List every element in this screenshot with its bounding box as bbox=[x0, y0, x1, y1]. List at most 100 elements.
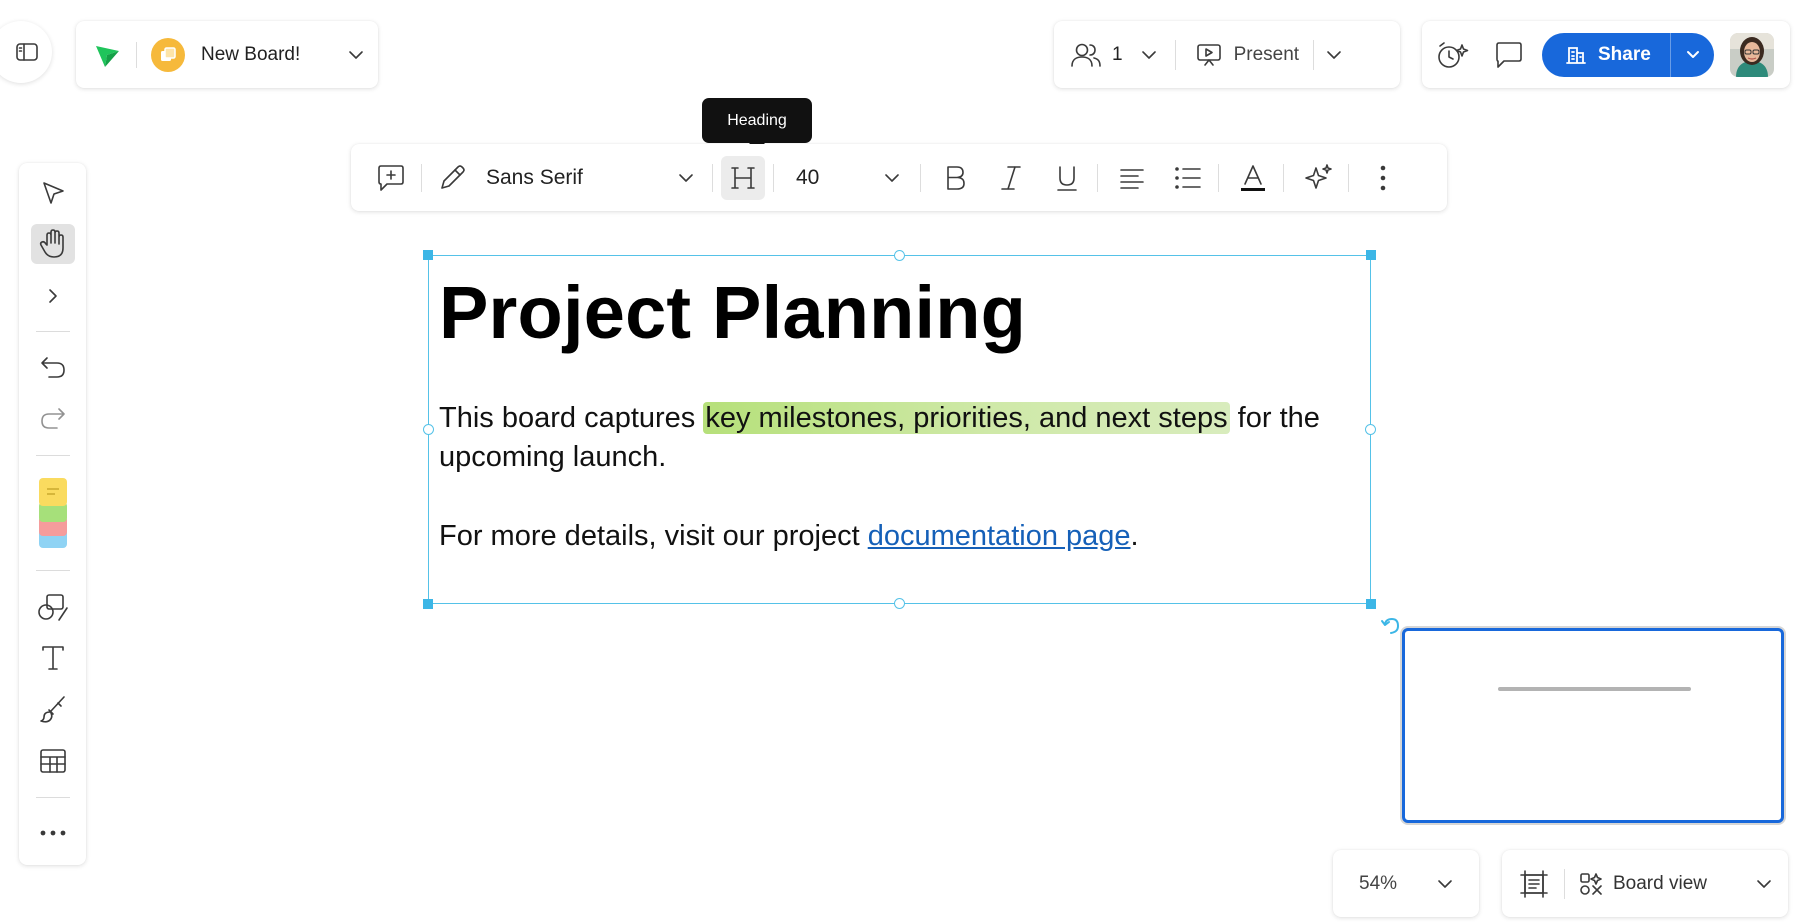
divider bbox=[773, 163, 774, 192]
divider bbox=[1283, 163, 1284, 192]
hand-tool[interactable] bbox=[30, 224, 75, 264]
chevron-down-icon[interactable] bbox=[1326, 50, 1342, 60]
present-icon[interactable] bbox=[1196, 43, 1222, 67]
undo-button[interactable] bbox=[31, 348, 75, 387]
resize-handle-bottom-right[interactable] bbox=[1366, 599, 1376, 609]
minimap-viewport[interactable] bbox=[1402, 628, 1784, 823]
chevron-down-icon bbox=[678, 173, 694, 183]
board-icon bbox=[151, 37, 185, 72]
zoom-control[interactable]: 54% bbox=[1333, 850, 1479, 917]
comment-plus-icon bbox=[376, 163, 406, 193]
text-color-icon bbox=[1239, 163, 1267, 193]
expand-tools-button[interactable] bbox=[31, 276, 75, 315]
share-button[interactable]: Share bbox=[1542, 32, 1714, 77]
share-dropdown-button[interactable] bbox=[1670, 32, 1714, 77]
chevron-right-icon bbox=[47, 288, 59, 304]
collaborator-count[interactable]: 1 bbox=[1112, 44, 1123, 66]
collaboration-bar: 1 Present bbox=[1054, 21, 1400, 88]
text-format-toolbar: Sans Serif 40 bbox=[351, 144, 1447, 211]
resize-handle-left[interactable] bbox=[423, 424, 434, 435]
heading-tooltip: Heading bbox=[702, 98, 812, 151]
select-tool[interactable] bbox=[31, 173, 75, 212]
details-paragraph[interactable]: For more details, visit our project docu… bbox=[439, 517, 1139, 556]
divider bbox=[712, 163, 713, 192]
board-heading[interactable]: Project Planning bbox=[439, 270, 1026, 355]
align-button[interactable] bbox=[1110, 156, 1154, 200]
underline-button[interactable] bbox=[1045, 156, 1089, 200]
details-text: For more details, visit our project bbox=[439, 520, 868, 552]
chevron-down-icon bbox=[884, 173, 900, 183]
bold-icon bbox=[942, 164, 968, 192]
list-button[interactable] bbox=[1166, 156, 1210, 200]
share-bar: Share bbox=[1422, 21, 1790, 88]
sidebar-toggle-button[interactable] bbox=[0, 21, 52, 83]
chevron-down-icon[interactable] bbox=[348, 50, 364, 60]
brush-tool[interactable] bbox=[31, 690, 75, 729]
app-logo-icon[interactable] bbox=[92, 40, 122, 70]
sidebar-panel-icon bbox=[16, 43, 38, 61]
timer-sparkle-icon[interactable] bbox=[1436, 40, 1470, 70]
resize-handle-bottom[interactable] bbox=[894, 598, 905, 609]
shapes-icon bbox=[37, 592, 69, 622]
sparkle-icon bbox=[1302, 162, 1334, 194]
more-vertical-icon bbox=[1379, 164, 1387, 192]
minimap-content-preview bbox=[1498, 687, 1691, 691]
board-header: New Board! bbox=[76, 21, 378, 88]
zoom-level: 54% bbox=[1359, 872, 1398, 894]
ai-assist-button[interactable] bbox=[1296, 156, 1340, 200]
sticky-notes-tool[interactable] bbox=[31, 472, 75, 554]
font-family-select[interactable]: Sans Serif bbox=[486, 166, 694, 190]
divider bbox=[920, 163, 921, 192]
highlighted-text: key milestones, priorities, and next ste… bbox=[703, 402, 1230, 434]
font-size-value: 40 bbox=[796, 165, 820, 189]
heading-button[interactable] bbox=[721, 155, 765, 200]
paintbrush-icon bbox=[38, 694, 68, 724]
board-view-button[interactable]: Board view bbox=[1613, 873, 1756, 895]
selected-text-box[interactable]: Project Planning This board captures key… bbox=[423, 250, 1376, 609]
redo-button[interactable] bbox=[31, 400, 75, 439]
text-t-icon bbox=[39, 644, 67, 672]
chevron-down-icon[interactable] bbox=[1756, 879, 1772, 889]
minimap[interactable] bbox=[1400, 626, 1786, 825]
divider bbox=[35, 569, 70, 571]
divider bbox=[421, 163, 422, 192]
board-name[interactable]: New Board! bbox=[201, 44, 348, 66]
italic-icon bbox=[998, 164, 1024, 192]
resize-handle-top-right[interactable] bbox=[1366, 250, 1376, 260]
table-tool[interactable] bbox=[31, 741, 75, 780]
font-size-select[interactable]: 40 bbox=[796, 166, 900, 190]
present-button[interactable]: Present bbox=[1234, 44, 1299, 66]
more-options-button[interactable] bbox=[1361, 156, 1405, 200]
chevron-down-icon bbox=[1686, 50, 1700, 59]
resize-handle-top[interactable] bbox=[894, 250, 905, 261]
shapes-tool[interactable] bbox=[31, 587, 75, 626]
resize-handle-bottom-left[interactable] bbox=[423, 599, 433, 609]
text-tool[interactable] bbox=[31, 638, 75, 677]
building-icon bbox=[1566, 45, 1586, 65]
table-icon bbox=[38, 747, 68, 775]
align-left-icon bbox=[1118, 166, 1146, 190]
comment-icon[interactable] bbox=[1494, 41, 1524, 69]
chevron-down-icon[interactable] bbox=[1141, 50, 1157, 60]
intro-paragraph[interactable]: This board captures key milestones, prio… bbox=[439, 399, 1359, 477]
text-color-button[interactable] bbox=[1231, 156, 1275, 200]
bold-button[interactable] bbox=[933, 156, 977, 200]
rotate-icon[interactable] bbox=[1380, 615, 1402, 637]
fit-frame-icon[interactable] bbox=[1518, 868, 1550, 900]
italic-button[interactable] bbox=[989, 156, 1033, 200]
documentation-link[interactable]: documentation page bbox=[868, 520, 1131, 552]
users-icon[interactable] bbox=[1070, 42, 1102, 68]
resize-handle-top-left[interactable] bbox=[423, 250, 433, 260]
add-comment-button[interactable] bbox=[369, 156, 413, 200]
bullet-list-icon bbox=[1173, 165, 1203, 191]
pen-button[interactable] bbox=[430, 156, 474, 200]
more-tools-button[interactable] bbox=[31, 814, 75, 853]
divider bbox=[1218, 163, 1219, 192]
resize-handle-right[interactable] bbox=[1365, 424, 1376, 435]
undo-icon bbox=[39, 355, 67, 381]
heading-icon bbox=[729, 164, 757, 192]
user-avatar[interactable] bbox=[1730, 32, 1774, 77]
divider bbox=[1097, 163, 1098, 192]
details-text-end: . bbox=[1130, 520, 1139, 552]
more-horizontal-icon bbox=[39, 829, 67, 837]
